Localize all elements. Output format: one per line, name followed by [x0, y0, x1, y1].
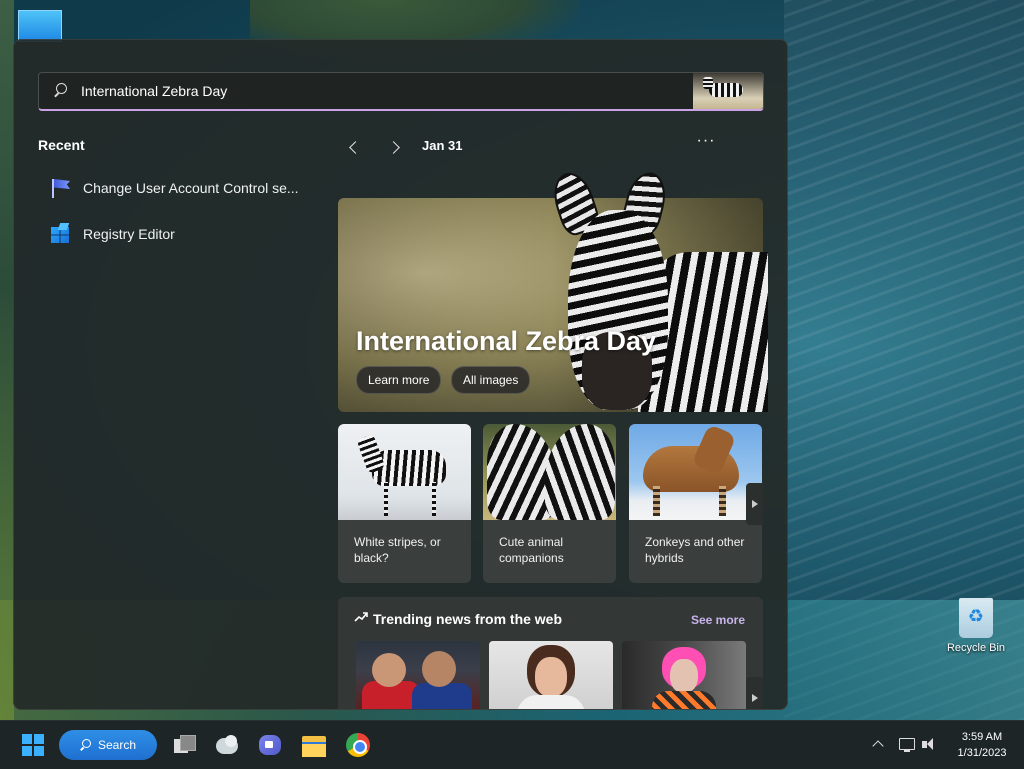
network-icon[interactable]	[898, 737, 916, 753]
all-images-button[interactable]: All images	[451, 366, 531, 394]
card-animal-companions[interactable]: Cute animal companions	[483, 424, 616, 583]
news-thumbnail-3[interactable]	[622, 641, 746, 709]
next-day-button[interactable]	[384, 136, 408, 160]
recent-item-label: Change User Account Control se...	[83, 180, 299, 196]
news-thumbnail-1[interactable]	[356, 641, 480, 709]
file-explorer-icon[interactable]	[298, 729, 330, 761]
card-caption: Zonkeys and other hybrids	[645, 535, 745, 565]
search-highlight-zebra-icon	[693, 73, 763, 109]
recent-item-registry-editor[interactable]: Registry Editor	[48, 222, 175, 246]
search-icon	[53, 83, 69, 99]
clock-time: 3:59 AM	[961, 731, 1003, 743]
zonkey-image	[629, 424, 762, 520]
news-thumbnail-2[interactable]	[489, 641, 613, 709]
search-panel: Recent Change User Account Control se...…	[13, 39, 788, 710]
learn-more-button[interactable]: Learn more	[356, 366, 442, 394]
cards-next-button[interactable]	[746, 483, 763, 525]
uac-flag-icon	[48, 176, 72, 200]
search-icon	[80, 739, 92, 751]
previous-day-button[interactable]	[342, 136, 366, 160]
task-view-icon[interactable]	[168, 729, 200, 761]
taskbar-search-label: Search	[97, 738, 137, 752]
search-box[interactable]	[38, 72, 764, 111]
widgets-weather-icon[interactable]	[211, 729, 243, 761]
zebra-standing-image	[338, 424, 471, 520]
registry-editor-icon	[48, 222, 72, 246]
recent-heading: Recent	[38, 137, 85, 153]
see-more-link[interactable]: See more	[691, 613, 745, 627]
news-next-button[interactable]	[746, 677, 763, 709]
trending-arrow-icon	[354, 612, 368, 622]
start-button[interactable]	[17, 729, 49, 761]
chrome-icon[interactable]	[342, 729, 374, 761]
recent-item-label: Registry Editor	[83, 226, 175, 242]
card-caption: White stripes, or black?	[354, 535, 441, 565]
clock-date: 1/31/2023	[957, 747, 1007, 759]
recent-item-uac[interactable]: Change User Account Control se...	[48, 176, 299, 200]
zebras-grazing-image	[483, 424, 616, 520]
recycle-bin-icon	[959, 598, 993, 638]
card-zonkeys[interactable]: Zonkeys and other hybrids	[629, 424, 762, 583]
show-hidden-icons-chevron-icon[interactable]	[870, 737, 888, 753]
card-white-stripes[interactable]: White stripes, or black?	[338, 424, 471, 583]
card-caption: Cute animal companions	[499, 535, 564, 565]
volume-icon[interactable]	[921, 737, 939, 753]
recycle-bin-label: Recycle Bin	[946, 642, 1006, 654]
search-input[interactable]	[79, 82, 693, 100]
trending-section: Trending news from the web See more	[338, 597, 763, 709]
chat-icon[interactable]	[254, 729, 286, 761]
more-options-button[interactable]: ···	[694, 132, 718, 152]
hero-card[interactable]: International Zebra Day Learn more All i…	[338, 167, 768, 412]
trending-title: Trending news from the web	[373, 611, 563, 627]
clock[interactable]: 3:59 AM 1/31/2023	[944, 729, 1020, 761]
highlight-date: Jan 31	[422, 138, 463, 153]
taskbar: Search 3:59 AM 1/31/2023	[0, 720, 1024, 769]
desktop-icon[interactable]	[18, 10, 62, 42]
zebra-image	[547, 167, 768, 412]
hero-title: International Zebra Day	[356, 326, 657, 356]
recycle-bin[interactable]: Recycle Bin	[944, 598, 1008, 654]
taskbar-search-button[interactable]: Search	[59, 730, 157, 760]
